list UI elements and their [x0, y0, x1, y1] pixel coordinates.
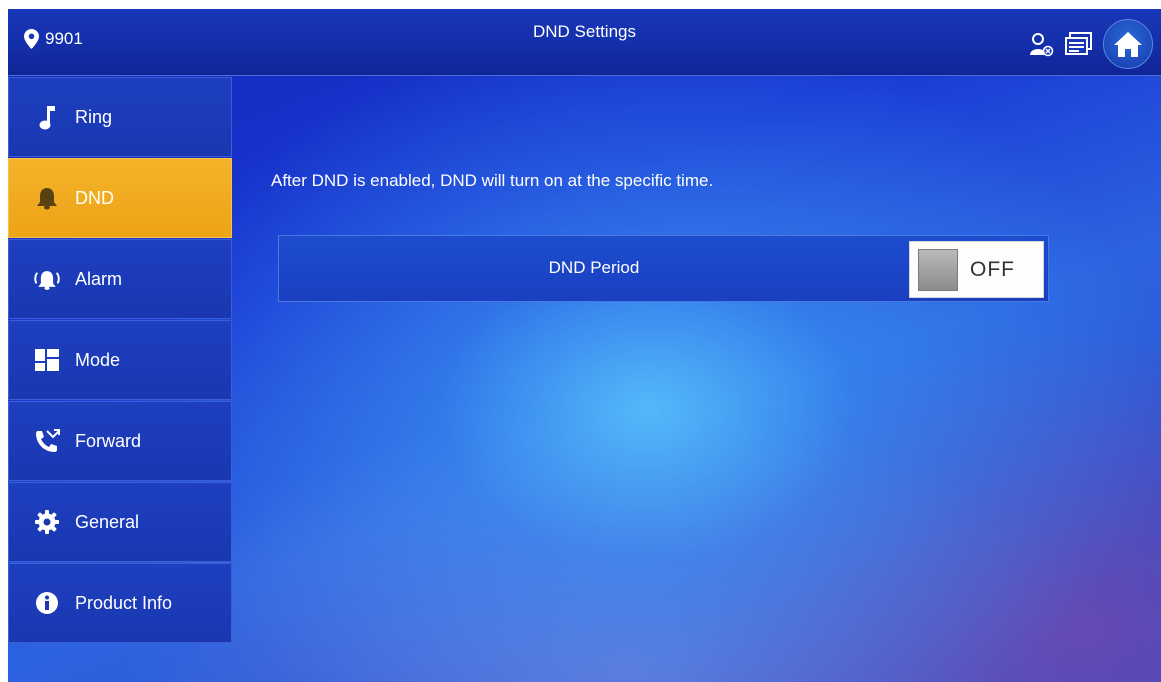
- sidebar-item-product-info[interactable]: Product Info: [8, 563, 232, 643]
- toggle-knob: [918, 248, 958, 291]
- sidebar-item-label: Alarm: [75, 268, 123, 289]
- dnd-period-row: DND Period OFF: [278, 235, 1049, 302]
- gear-icon: [33, 508, 61, 536]
- grid-icon: [33, 346, 61, 374]
- bell-icon: [33, 184, 61, 212]
- alarm-icon: [33, 265, 61, 293]
- sidebar: Ring DND Alarm Mode Forward General Prod…: [8, 77, 232, 644]
- top-bar: 9901 DND Settings: [8, 9, 1161, 76]
- home-button[interactable]: [1103, 19, 1153, 69]
- sidebar-item-label: Product Info: [75, 592, 173, 613]
- forward-call-icon: [33, 427, 61, 455]
- sidebar-item-label: General: [75, 511, 140, 532]
- info-icon: [33, 589, 61, 617]
- monitor-user-icon[interactable]: [1027, 30, 1055, 58]
- dnd-description: After DND is enabled, DND will turn on a…: [271, 171, 714, 190]
- sidebar-item-label: Forward: [75, 430, 142, 451]
- sidebar-item-forward[interactable]: Forward: [8, 401, 232, 481]
- toggle-state: OFF: [970, 257, 1015, 281]
- music-note-icon: [33, 103, 61, 131]
- home-icon: [1114, 32, 1142, 57]
- screen: 9901 DND Settings Ring DND Alarm Mode Fo…: [8, 9, 1161, 682]
- sidebar-item-dnd[interactable]: DND: [8, 158, 232, 238]
- sidebar-item-label: Ring: [75, 106, 113, 127]
- sidebar-item-label: Mode: [75, 349, 121, 370]
- sidebar-item-label: DND: [75, 187, 114, 208]
- dnd-period-label: DND Period: [548, 258, 640, 277]
- sidebar-item-general[interactable]: General: [8, 482, 232, 562]
- message-icon[interactable]: [1065, 30, 1093, 58]
- sidebar-item-alarm[interactable]: Alarm: [8, 239, 232, 319]
- page-title: DND Settings: [533, 22, 636, 41]
- sidebar-item-ring[interactable]: Ring: [8, 77, 232, 157]
- sidebar-item-mode[interactable]: Mode: [8, 320, 232, 400]
- dnd-period-toggle[interactable]: OFF: [909, 241, 1044, 298]
